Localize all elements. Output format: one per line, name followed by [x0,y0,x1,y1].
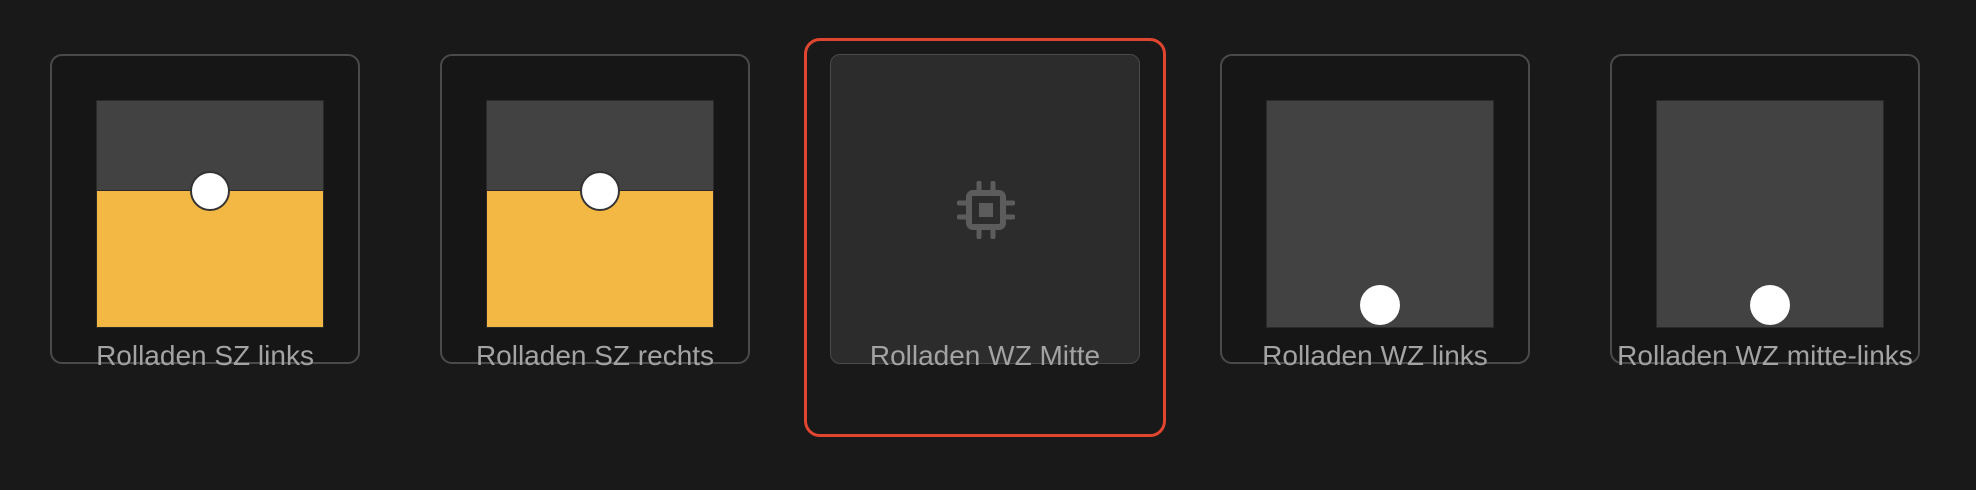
shutter-handle[interactable] [1360,285,1400,325]
shutter-handle[interactable] [190,171,230,212]
tile-frame [1610,54,1920,364]
tile-label: Rolladen SZ rechts [475,340,715,371]
tile-rolladen-wz-mitte[interactable] [830,54,1140,364]
tile-label: Rolladen WZ mitte-links [1617,340,1913,371]
tile-frame [50,54,360,364]
tile-frame [1220,54,1530,364]
tile-rolladen-wz-mitte-links[interactable] [1610,54,1920,364]
tile-label: Rolladen SZ links [96,340,314,371]
shutter-slider[interactable] [96,100,324,328]
tile-label: Rolladen WZ links [1262,340,1488,371]
tile-label: Rolladen WZ Mitte [869,340,1101,371]
tile-rolladen-sz-rechts[interactable] [440,54,750,364]
device-grid: Rolladen SZ links Rolladen SZ rechts Rol… [0,0,1976,490]
tile-frame [440,54,750,364]
device-card[interactable] [830,54,1140,364]
shutter-slider[interactable] [1266,100,1494,328]
shutter-handle[interactable] [1750,285,1790,325]
shutter-handle[interactable] [580,171,620,212]
chip-icon [957,181,1015,239]
shutter-slider[interactable] [1656,100,1884,328]
tile-rolladen-wz-links[interactable] [1220,54,1530,364]
tile-rolladen-sz-links[interactable] [50,54,360,364]
shutter-slider[interactable] [486,100,714,328]
